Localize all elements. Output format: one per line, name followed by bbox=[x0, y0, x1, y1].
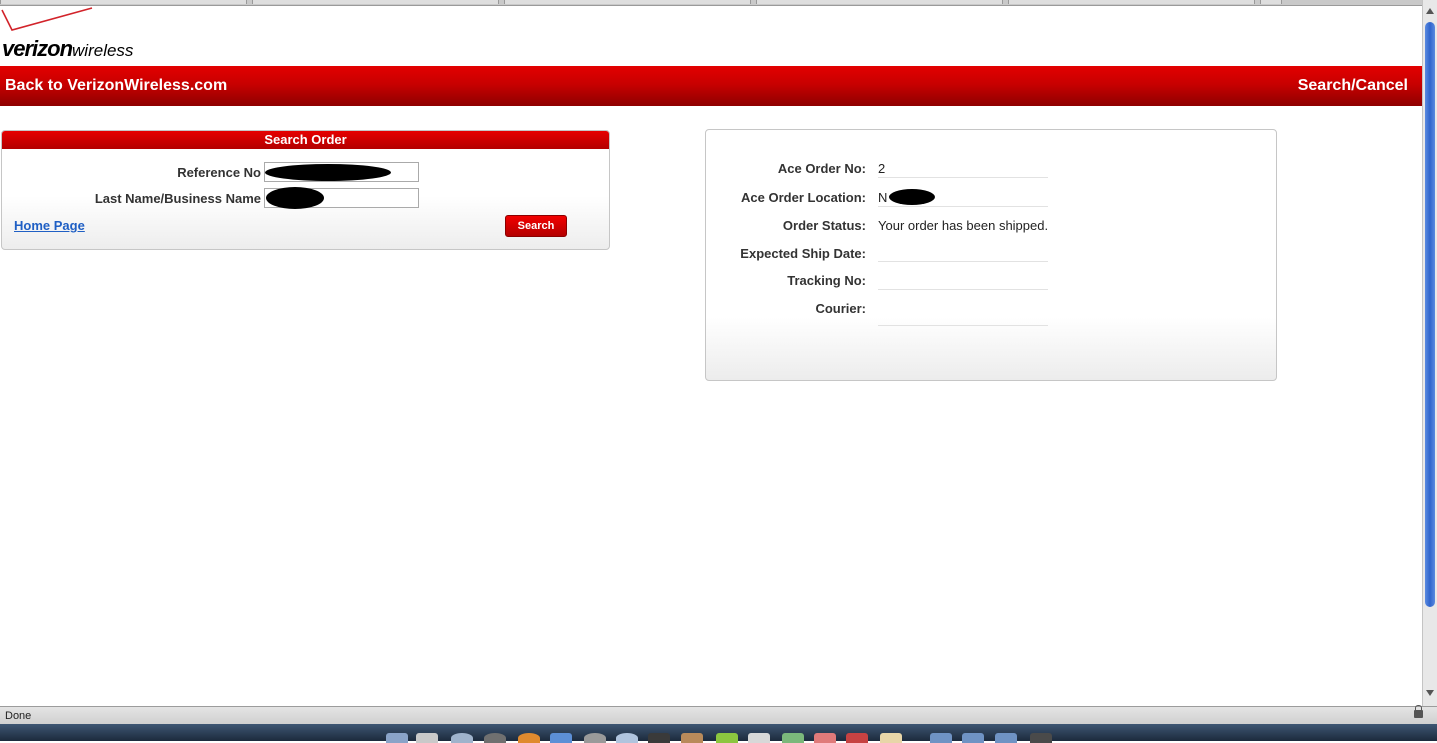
browser-tab[interactable] bbox=[1008, 0, 1255, 4]
dock-app-icon[interactable] bbox=[550, 733, 572, 743]
browser-tab[interactable] bbox=[504, 0, 751, 4]
detail-label: Order Status: bbox=[782, 218, 866, 233]
dock-folder-icon[interactable] bbox=[962, 733, 984, 743]
detail-value bbox=[878, 246, 1048, 262]
browser-status-bar: Done bbox=[0, 705, 1437, 725]
detail-label: Tracking No: bbox=[787, 273, 866, 288]
dock-app-icon[interactable] bbox=[518, 733, 540, 743]
reference-label: Reference No bbox=[177, 165, 261, 180]
dock-trash-icon[interactable] bbox=[1030, 733, 1052, 743]
dock-app-icon[interactable] bbox=[648, 733, 670, 743]
search-button[interactable]: Search bbox=[505, 215, 567, 237]
browser-tab-strip bbox=[0, 0, 1422, 6]
scroll-up-icon[interactable] bbox=[1426, 8, 1434, 14]
redaction-mark bbox=[265, 164, 391, 181]
detail-value: 2 bbox=[878, 161, 1048, 178]
dock-folder-icon[interactable] bbox=[930, 733, 952, 743]
dock bbox=[0, 724, 1437, 743]
dock-app-icon[interactable] bbox=[880, 733, 902, 743]
browser-tab[interactable] bbox=[756, 0, 1003, 4]
reference-input[interactable] bbox=[264, 162, 419, 182]
status-text: Done bbox=[5, 710, 32, 722]
dock-app-icon[interactable] bbox=[748, 733, 770, 743]
dock-folder-icon[interactable] bbox=[995, 733, 1017, 743]
dock-app-icon[interactable] bbox=[782, 733, 804, 743]
browser-tab[interactable] bbox=[252, 0, 499, 4]
scroll-thumb[interactable] bbox=[1425, 22, 1435, 607]
dock-app-icon[interactable] bbox=[681, 733, 703, 743]
dock-app-icon[interactable] bbox=[416, 733, 438, 743]
dock-app-icon[interactable] bbox=[716, 733, 738, 743]
search-order-title: Search Order bbox=[2, 131, 609, 149]
detail-label: Expected Ship Date: bbox=[740, 246, 866, 261]
dock-app-icon[interactable] bbox=[616, 733, 638, 743]
detail-label: Ace Order No: bbox=[777, 161, 866, 176]
redaction-mark bbox=[266, 187, 324, 209]
dock-app-icon[interactable] bbox=[584, 733, 606, 743]
redaction-mark bbox=[889, 189, 935, 205]
reference-row: Reference No bbox=[2, 162, 609, 184]
detail-value bbox=[878, 301, 1048, 326]
scroll-down-icon[interactable] bbox=[1426, 690, 1434, 696]
logo-suffix: wireless bbox=[72, 41, 134, 60]
browser-tab[interactable] bbox=[1260, 0, 1282, 4]
logo-brand: verizon bbox=[2, 36, 73, 61]
dock-app-icon[interactable] bbox=[846, 733, 868, 743]
dock-app-icon[interactable] bbox=[484, 733, 506, 743]
back-to-site-link[interactable]: Back to VerizonWireless.com bbox=[5, 77, 227, 95]
lastname-row: Last Name/Business Name bbox=[2, 187, 609, 210]
detail-label: Courier: bbox=[815, 301, 866, 316]
detail-value bbox=[878, 273, 1048, 290]
dock-app-icon[interactable] bbox=[451, 733, 473, 743]
lastname-label: Last Name/Business Name bbox=[94, 191, 261, 206]
detail-label: Ace Order Location: bbox=[741, 190, 866, 205]
dock-app-icon[interactable] bbox=[814, 733, 836, 743]
logo-wordmark: verizonwireless bbox=[2, 36, 133, 62]
lastname-input[interactable] bbox=[264, 187, 419, 209]
lock-icon bbox=[1414, 705, 1423, 718]
vertical-scrollbar[interactable] bbox=[1422, 0, 1437, 706]
verizon-wireless-logo[interactable]: verizonwireless bbox=[0, 6, 200, 64]
top-nav-bar: Back to VerizonWireless.com Search/Cance… bbox=[0, 66, 1422, 106]
order-details-panel: Ace Order No: 2 Ace Order Location: N Or… bbox=[705, 129, 1277, 381]
home-page-link[interactable]: Home Page bbox=[14, 218, 85, 233]
search-cancel-link[interactable]: Search/Cancel bbox=[1298, 77, 1408, 95]
browser-tab[interactable] bbox=[0, 0, 247, 4]
detail-value: Your order has been shipped. bbox=[878, 218, 1049, 233]
search-order-panel: Search Order Reference No Last Name/Busi… bbox=[1, 130, 610, 250]
dock-app-icon[interactable] bbox=[386, 733, 408, 743]
